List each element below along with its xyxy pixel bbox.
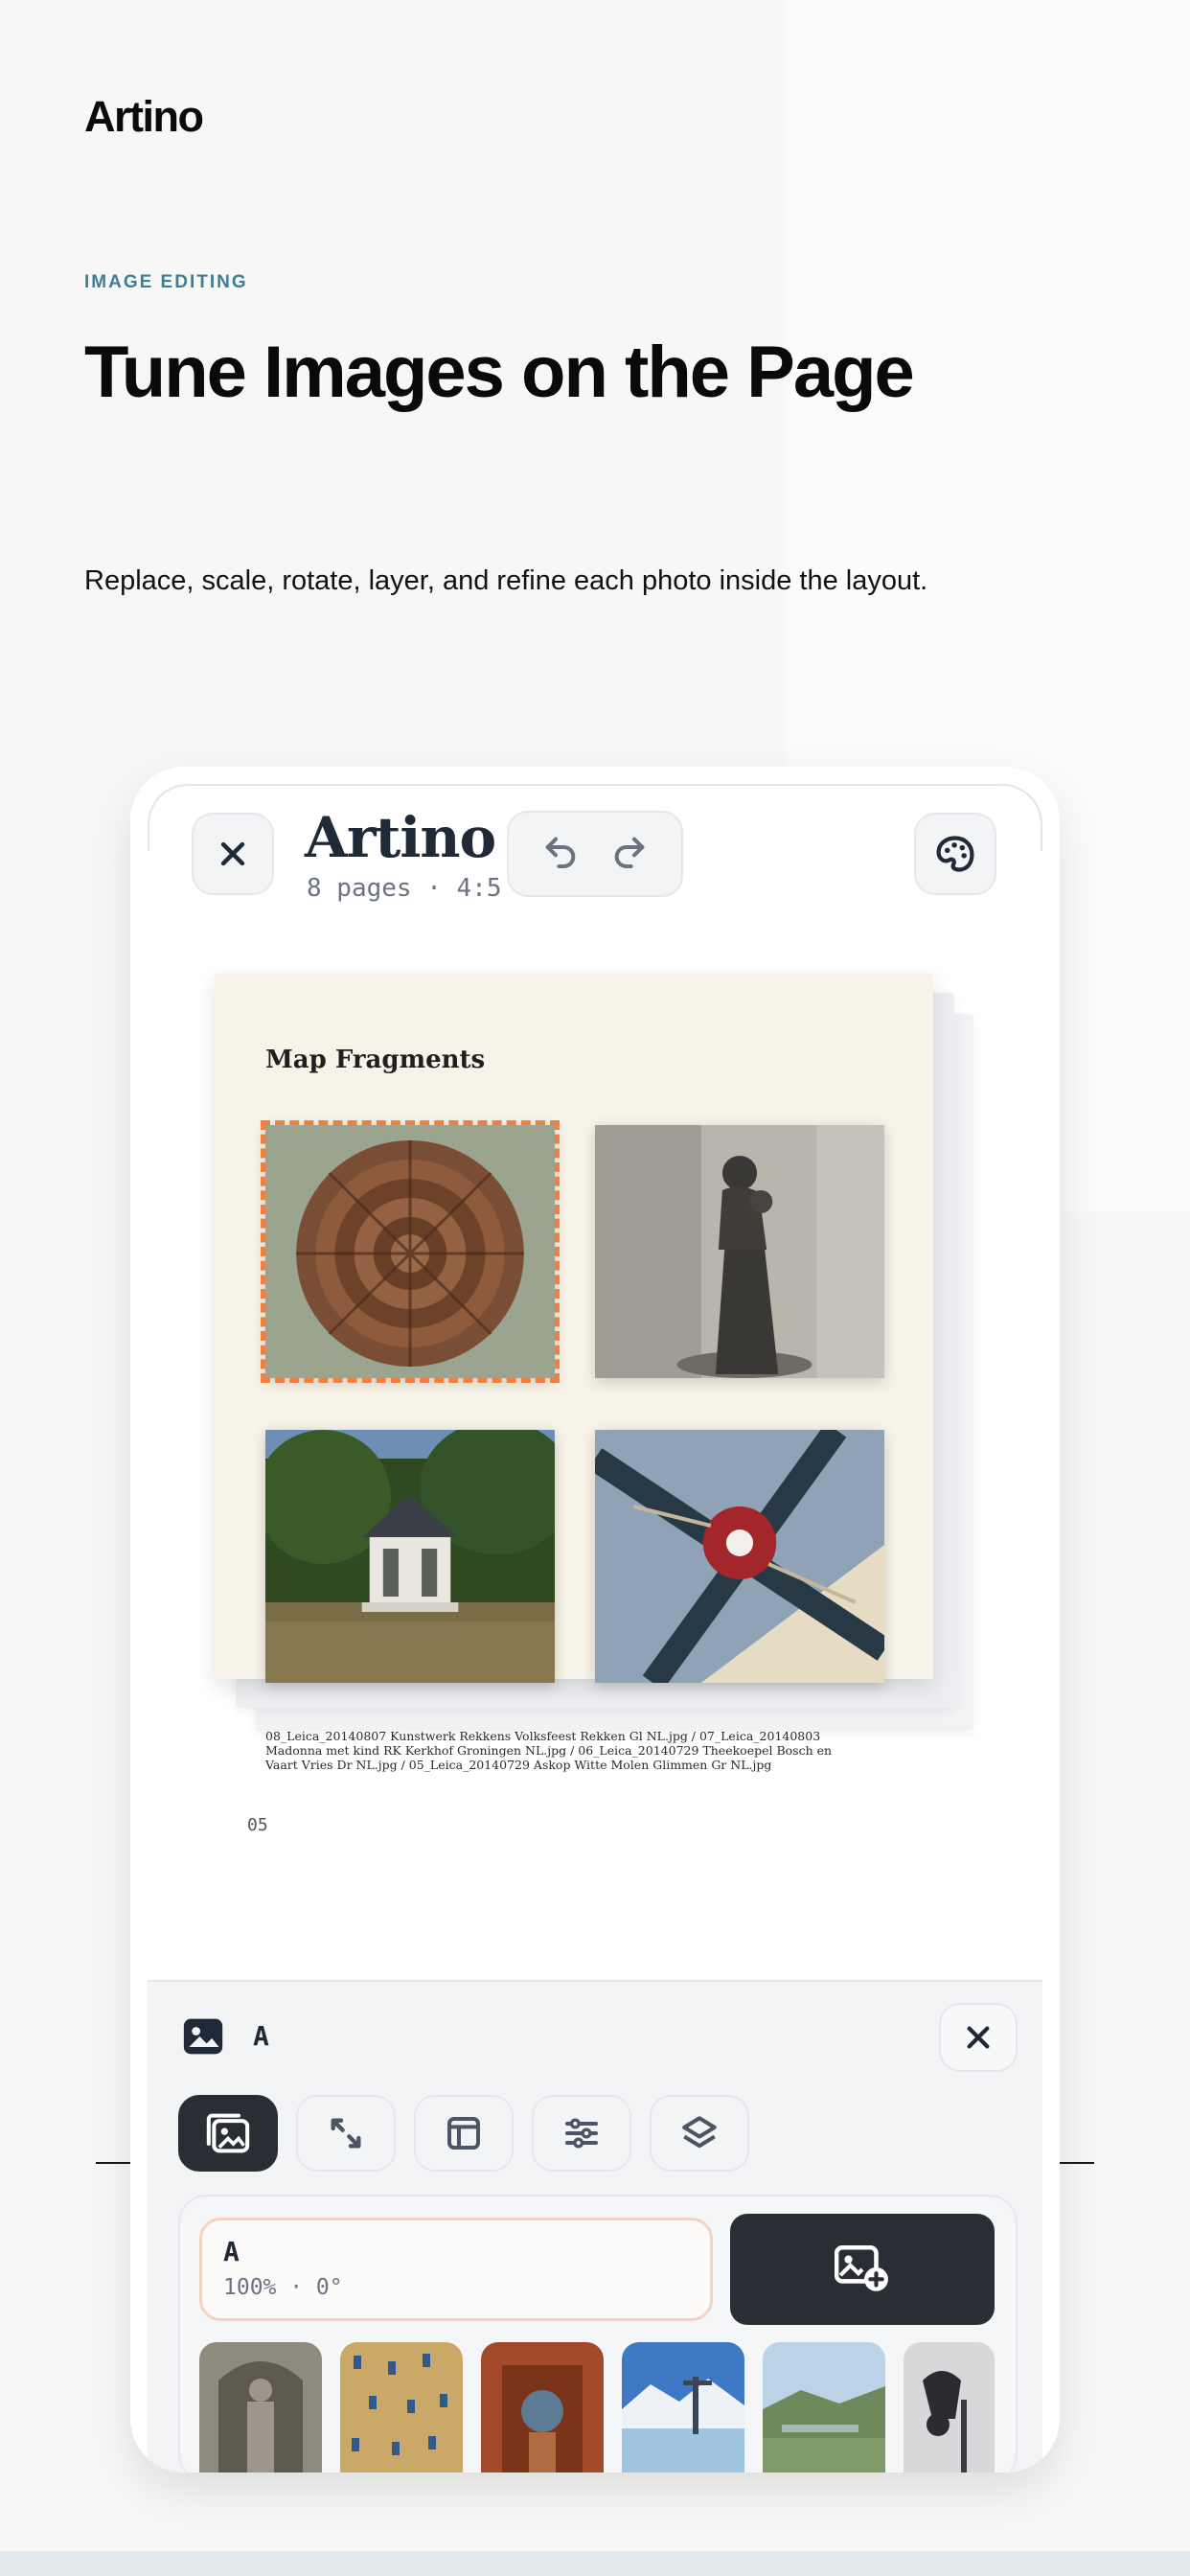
page-canvas[interactable]: Map Fragments 08_Leica_20140807 Kunstwer… — [215, 974, 933, 1835]
footer-strip — [0, 2551, 1190, 2576]
windmill-photo — [595, 1430, 884, 1683]
slot-name: A — [223, 2236, 240, 2267]
layers-icon — [682, 2116, 717, 2149]
statue-thumbnail — [199, 2342, 322, 2472]
app-title: Artino — [305, 805, 496, 870]
replace-image-icon — [206, 2113, 250, 2153]
bird-thumbnail — [904, 2342, 995, 2472]
redo-button[interactable] — [610, 833, 649, 876]
section-eyebrow: IMAGE EDITING — [84, 272, 248, 292]
pinecone-photo — [265, 1125, 555, 1378]
image-icon — [182, 2016, 224, 2061]
redo-icon — [614, 837, 645, 868]
thumbnail-landscape[interactable] — [763, 2342, 885, 2472]
thumbnail-statue[interactable] — [199, 2342, 322, 2472]
theme-button[interactable] — [914, 813, 996, 895]
madonna-photo — [595, 1125, 884, 1378]
image-edit-panel: A A 100% · 0° — [148, 1980, 1042, 2472]
selected-slot-label: A — [253, 2020, 269, 2052]
thumbnail-harbor[interactable] — [622, 2342, 744, 2472]
resize-icon — [331, 2118, 361, 2149]
photo-slot-d[interactable] — [595, 1430, 884, 1683]
tool-scale[interactable] — [296, 2095, 396, 2172]
close-icon — [967, 2026, 990, 2049]
gazebo-photo — [265, 1430, 555, 1683]
replace-card: A 100% · 0° — [178, 2195, 1018, 2472]
divider-left — [96, 2162, 134, 2164]
close-button[interactable] — [192, 813, 274, 895]
thumbnail-bird[interactable] — [904, 2342, 995, 2472]
app-meta: 8 pages · 4:5 — [307, 874, 502, 903]
add-image-button[interactable] — [730, 2214, 995, 2325]
tool-adjust[interactable] — [532, 2095, 631, 2172]
page-caption: 08_Leica_20140807 Kunstwerk Rekkens Volk… — [265, 1729, 833, 1772]
image-library — [199, 2342, 995, 2472]
tool-layer[interactable] — [650, 2095, 749, 2172]
thumbnail-sphere-sculpture[interactable] — [481, 2342, 604, 2472]
add-image-icon — [835, 2245, 888, 2291]
undo-button[interactable] — [541, 833, 580, 876]
sliders-icon — [565, 2118, 598, 2149]
divider-right — [1056, 2162, 1094, 2164]
page-title: Map Fragments — [265, 1046, 486, 1074]
tool-replace[interactable] — [178, 2095, 278, 2172]
panel-close-button[interactable] — [939, 2003, 1018, 2072]
slot-transform: 100% · 0° — [223, 2275, 343, 2300]
close-icon — [220, 841, 245, 866]
page-headline: Tune Images on the Page — [84, 332, 915, 413]
photo-slot-b[interactable] — [595, 1125, 884, 1378]
page-subline: Replace, scale, rotate, layer, and refin… — [84, 565, 928, 596]
landscape-thumbnail — [763, 2342, 885, 2472]
tool-frame[interactable] — [414, 2095, 514, 2172]
harbor-thumbnail — [622, 2342, 744, 2472]
site-brand[interactable]: Artino — [84, 92, 204, 142]
slot-info-field[interactable]: A 100% · 0° — [199, 2218, 713, 2321]
photo-slot-a[interactable] — [261, 1120, 560, 1383]
thumbnail-textile[interactable] — [340, 2342, 463, 2472]
sphere-sculpture-thumbnail — [481, 2342, 604, 2472]
textile-thumbnail — [340, 2342, 463, 2472]
palette-icon — [936, 836, 974, 872]
page-number: 05 — [247, 1815, 268, 1835]
photo-slot-c[interactable] — [265, 1430, 555, 1683]
phone-mockup: Artino 8 pages · 4:5 Map Fragments 08_Le… — [130, 767, 1060, 2472]
undo-icon — [545, 837, 576, 868]
frame-icon — [447, 2117, 480, 2150]
history-controls — [507, 811, 683, 897]
